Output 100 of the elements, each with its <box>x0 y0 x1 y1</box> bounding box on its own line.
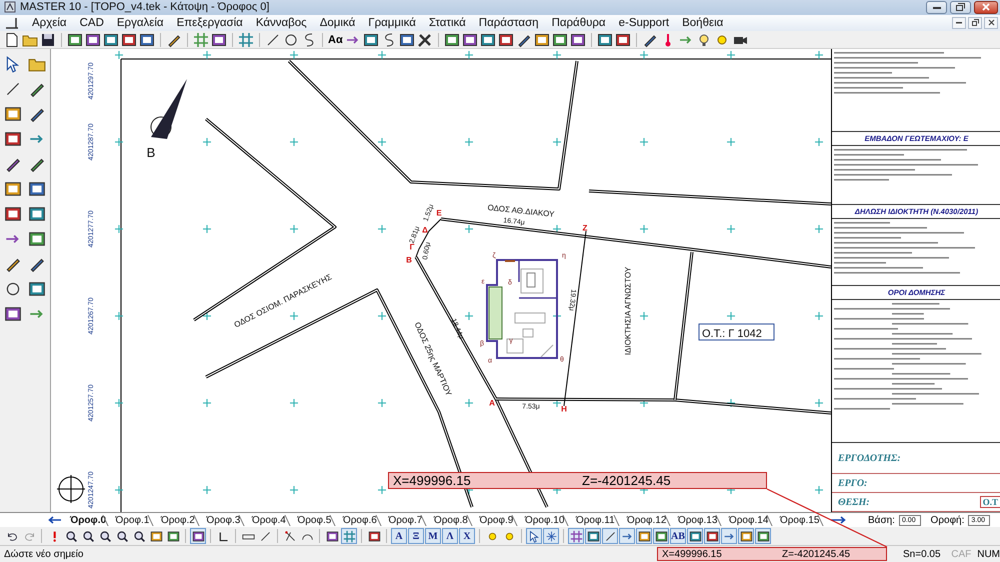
letter-button[interactable]: Λ <box>442 528 458 544</box>
letter-button[interactable]: X <box>459 528 475 544</box>
menu-item[interactable]: Αρχεία <box>32 16 67 29</box>
status-prompt: Δώστε νέο σημείο <box>3 548 84 560</box>
text-tool[interactable]: Aα <box>328 34 343 46</box>
letter-button[interactable]: A <box>391 528 407 544</box>
panel-icon[interactable] <box>362 32 379 48</box>
z-coordinate: Z=-4201245.45 <box>582 473 671 488</box>
panel-icon[interactable] <box>103 32 119 48</box>
close-button[interactable] <box>984 16 998 29</box>
floor-tab[interactable]: Όροφ.13 <box>671 514 722 526</box>
window-title: MASTER 10 - [TOPO_v4.tek - Κάτοψη - Όροφος 0] <box>20 1 270 14</box>
panel-icon[interactable] <box>139 32 155 48</box>
minimize-button[interactable] <box>926 0 947 14</box>
north-label: Β <box>146 145 156 160</box>
arrow-icon[interactable] <box>830 516 846 524</box>
menu-item[interactable]: Στατικά <box>428 16 466 29</box>
panel-icon[interactable] <box>85 32 101 48</box>
panel-icon[interactable] <box>398 32 415 48</box>
close-button[interactable] <box>974 0 998 14</box>
floor-tab[interactable]: Όροφ.8 <box>427 514 472 526</box>
menu-item[interactable]: Κάνναβος <box>256 16 307 29</box>
menu-item[interactable]: Παράσταση <box>478 16 539 29</box>
north-arrow-icon <box>150 79 187 140</box>
corner-label: Ο.Τ <box>980 496 1000 508</box>
point-label: Ζ <box>582 224 588 233</box>
floor-tab[interactable]: Όροφ.9 <box>472 514 518 526</box>
restore-button[interactable] <box>950 0 971 14</box>
menu-item[interactable]: Δομικά <box>320 16 356 29</box>
letter-button[interactable]: AB <box>670 528 686 544</box>
z-coordinate: Z=-4201245.45 <box>782 548 850 560</box>
floor-tab[interactable]: Όροφ.3 <box>200 514 245 526</box>
menu-item[interactable]: e-Support <box>618 16 670 29</box>
menu-item[interactable]: Εργαλεία <box>116 16 164 29</box>
panel-icon[interactable] <box>121 32 137 48</box>
panel-icon[interactable] <box>596 32 613 48</box>
restore-button[interactable] <box>968 16 982 29</box>
floor-tab[interactable]: Όροφ.4 <box>245 514 290 526</box>
status-indicator: CAF <box>951 548 972 560</box>
floor-tab[interactable]: Όροφ.11 <box>569 514 620 526</box>
panel-icon[interactable] <box>28 280 46 298</box>
floor-tab[interactable]: Όροφ.6 <box>336 514 382 526</box>
floor-tab[interactable]: Όροφ.15 <box>773 514 824 526</box>
menu-item[interactable]: CAD <box>80 16 104 29</box>
panel-icon[interactable] <box>614 32 631 48</box>
panel-icon[interactable] <box>28 205 46 224</box>
circle-icon[interactable] <box>283 32 299 48</box>
panel-icon[interactable] <box>4 180 22 198</box>
menu-item[interactable]: Παράθυρα <box>552 16 606 29</box>
x-coordinate: X=499996.15 <box>392 473 472 488</box>
floor-tab[interactable]: Όροφ.10 <box>518 514 569 526</box>
panel-icon[interactable] <box>534 32 550 48</box>
point-label: Η <box>561 404 567 414</box>
panel-icon[interactable] <box>552 32 568 48</box>
field-label: Βάση: <box>868 514 895 526</box>
restore-icon <box>972 19 978 26</box>
arrow-icon[interactable] <box>48 516 62 524</box>
menu-item[interactable]: Γραμμικά <box>368 16 416 29</box>
panel-icon[interactable] <box>4 130 22 148</box>
panel-icon[interactable] <box>570 32 586 48</box>
floor-tab[interactable]: Όροφ.1 <box>108 514 154 526</box>
panel-icon[interactable] <box>462 32 478 48</box>
panel-icon[interactable] <box>28 180 46 198</box>
panel-icon[interactable] <box>67 32 83 48</box>
panel-icon[interactable] <box>4 105 22 124</box>
field-label: ΘΕΣΗ: <box>838 496 870 508</box>
panel-icon[interactable] <box>480 32 496 48</box>
x-coordinate: X=499996.15 <box>661 548 723 560</box>
page-icon[interactable] <box>4 32 20 48</box>
floor-tab[interactable]: Όροφ.2 <box>154 514 200 526</box>
menu-item[interactable]: Βοήθεια <box>682 16 724 29</box>
app-icon <box>4 1 16 14</box>
minimize-button[interactable] <box>952 16 966 29</box>
menu-item[interactable]: Επεξεργασία <box>176 16 243 29</box>
panel-icon[interactable] <box>4 205 22 224</box>
close-icon <box>982 3 990 12</box>
panel-icon[interactable] <box>444 32 460 48</box>
floor-tab[interactable]: Όροφ.7 <box>382 514 427 526</box>
document-icon[interactable] <box>5 16 19 29</box>
floor-tab[interactable]: Όροφ.5 <box>290 514 336 526</box>
line-icon[interactable] <box>265 32 281 48</box>
minimize-icon <box>932 6 940 9</box>
snap-value: Sn=0.05 <box>903 548 942 560</box>
crosshair-icon <box>56 474 86 504</box>
letter-button[interactable]: M <box>425 528 441 544</box>
panel-icon[interactable] <box>4 305 22 324</box>
letter-button[interactable]: Ξ <box>408 528 424 544</box>
floor-tab[interactable]: Όροφ.14 <box>722 514 773 526</box>
panel-icon[interactable] <box>211 32 227 48</box>
block-label: Ο.Τ.: Γ 1042 <box>698 324 774 341</box>
point-label: Β <box>406 256 412 265</box>
floor-tab[interactable]: Όροφ.0 <box>63 514 108 526</box>
floor-tab[interactable]: Όροφ.12 <box>620 514 671 526</box>
panel-icon[interactable] <box>498 32 514 48</box>
restore-icon <box>956 3 965 12</box>
crossed-tools-icon[interactable] <box>416 32 433 48</box>
grid-icon[interactable] <box>238 32 254 48</box>
point-label: Γ <box>410 242 414 252</box>
panel-icon[interactable] <box>28 230 46 248</box>
minimize-icon <box>956 22 962 24</box>
